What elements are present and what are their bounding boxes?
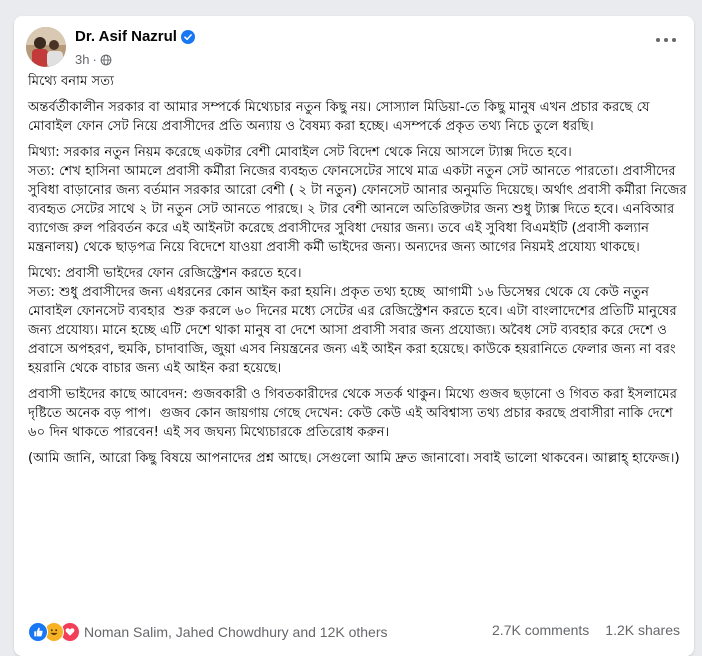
post-paragraph-appeal: প্রবাসী ভাইদের কাছে আবেদন: গুজবকারী ও গি… xyxy=(28,387,682,440)
more-options-icon[interactable] xyxy=(656,36,676,44)
post-footer: Noman Salim, Jahed Chowdhury and 12K oth… xyxy=(14,622,694,650)
post-meta: 3h · xyxy=(75,52,112,67)
author-name[interactable]: Dr. Asif Nazrul xyxy=(75,28,195,45)
author-avatar[interactable] xyxy=(26,27,66,67)
post-paragraph-myth-1: মিথ্যা: সরকার নতুন নিয়ম করেছে একটার বেশ… xyxy=(28,145,687,255)
avatar-image xyxy=(26,27,66,67)
post-paragraph-intro: অন্তর্বর্তীকালীন সরকার বা আমার সম্পর্কে … xyxy=(28,100,654,134)
engagement-counts: 2.7K comments 1.2K shares xyxy=(492,622,680,638)
more-dot xyxy=(664,38,668,42)
reaction-icons[interactable] xyxy=(28,622,84,642)
more-dot xyxy=(672,38,676,42)
like-icon xyxy=(28,622,48,642)
post-body: মিথ্যে বনাম সত্য অন্তর্বর্তীকালীন সরকার … xyxy=(28,72,688,475)
post-paragraph-myth-2: মিথ্যে: প্রবাসী ভাইদের ফোন রেজিস্ট্রেশন … xyxy=(28,266,677,376)
more-dot xyxy=(656,38,660,42)
verified-badge-icon xyxy=(180,29,195,44)
shares-count[interactable]: 1.2K shares xyxy=(605,622,680,638)
reactors-text[interactable]: Noman Salim, Jahed Chowdhury and 12K oth… xyxy=(84,624,388,640)
reactions-summary[interactable]: Noman Salim, Jahed Chowdhury and 12K oth… xyxy=(28,622,388,642)
meta-separator: · xyxy=(92,52,97,67)
post-paragraph-title: মিথ্যে বনাম সত্য xyxy=(28,74,114,89)
post-paragraph-closing: (আমি জানি, আরো কিছু বিষয়ে আপনাদের প্রশ্… xyxy=(28,451,680,466)
post-card: Dr. Asif Nazrul 3h · মিথ্যে বনাম সত্য অন… xyxy=(14,16,694,656)
author-name-text[interactable]: Dr. Asif Nazrul xyxy=(75,28,177,45)
post-time[interactable]: 3h xyxy=(75,52,89,67)
post-header: Dr. Asif Nazrul 3h · xyxy=(14,16,694,72)
globe-icon[interactable] xyxy=(100,54,112,66)
comments-count[interactable]: 2.7K comments xyxy=(492,622,589,638)
